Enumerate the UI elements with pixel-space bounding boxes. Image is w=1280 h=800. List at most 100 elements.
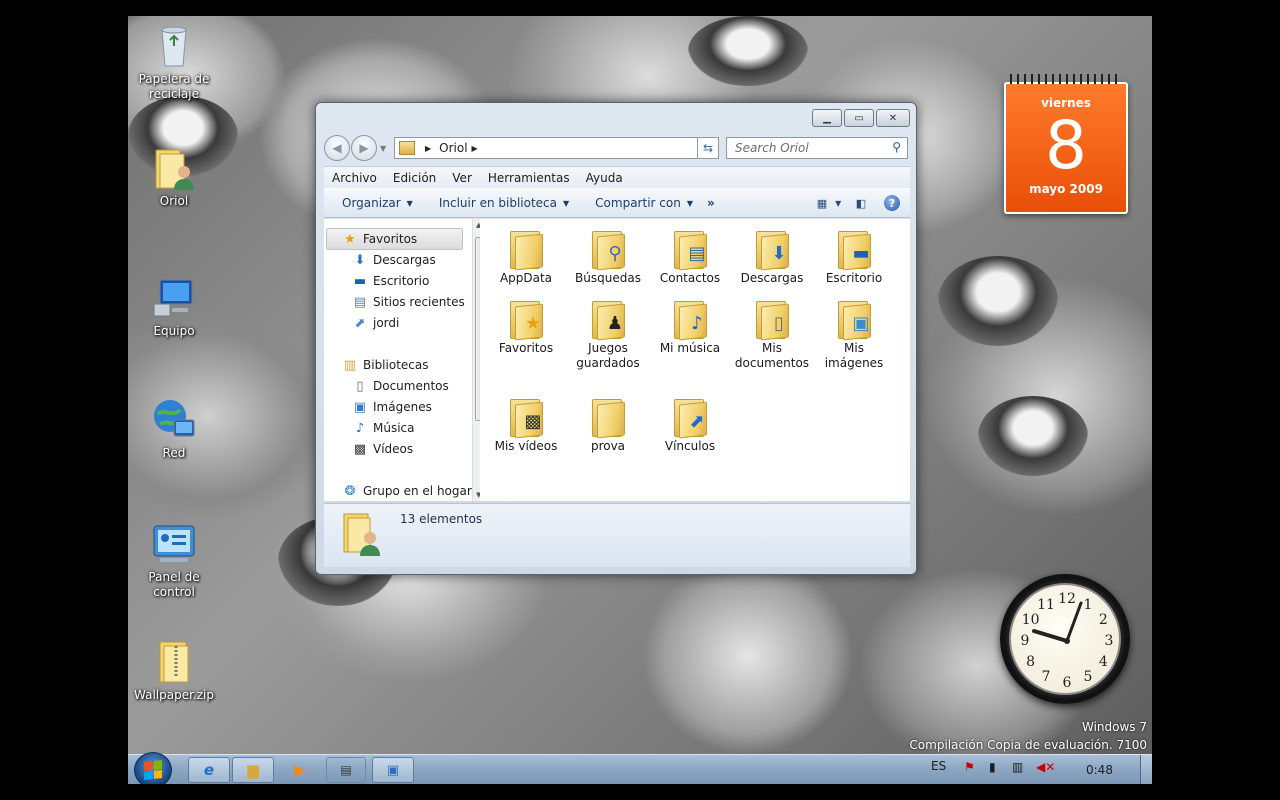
menu-ayuda[interactable]: Ayuda [578, 171, 631, 185]
search-icon[interactable]: ⚲ [892, 140, 901, 154]
folder-busquedas[interactable]: ⚲ Búsquedas [568, 227, 648, 286]
view-grid-icon: ▦ [816, 196, 828, 210]
folder-mis-imagenes[interactable]: ▣ Mis imágenes [814, 297, 894, 371]
nav-musica[interactable]: ♪ Música [352, 418, 415, 438]
folder-escritorio[interactable]: ▬ Escritorio [814, 227, 894, 286]
menu-edicion[interactable]: Edición [385, 171, 444, 185]
desktop[interactable]: Papelera de reciclaje Oriol Equipo Red P… [128, 16, 1152, 784]
folder-descargas[interactable]: ⬇ Descargas [732, 227, 812, 286]
network-status-icon[interactable]: ▥ [1012, 760, 1023, 774]
breadcrumb-oriol[interactable]: Oriol [439, 141, 467, 155]
organize-label: Organizar [342, 196, 401, 210]
file-list[interactable]: AppData ⚲ Búsquedas ▤ Contactos ⬇ Descar… [480, 219, 910, 501]
nav-label: jordi [373, 316, 400, 330]
media-player-icon: ▶ [294, 761, 306, 779]
nav-sitios-recientes[interactable]: ▤ Sitios recientes [352, 292, 465, 312]
change-view-button[interactable]: ▦ ▼ [816, 194, 842, 212]
search-input[interactable]: Search Oriol ⚲ [726, 137, 908, 159]
nav-imagenes[interactable]: ▣ Imágenes [352, 397, 432, 417]
star-icon: ★ [344, 231, 356, 247]
saved-games-folder-icon: ♟ [588, 297, 628, 341]
videos-folder-icon: ▩ [506, 395, 546, 439]
more-commands-button[interactable]: » [701, 196, 723, 210]
taskbar-internet-explorer[interactable]: e [188, 757, 230, 783]
desktop-icon-equipo[interactable]: Equipo [128, 274, 222, 339]
desktop-icon-panel-de-control[interactable]: Panel de control [128, 520, 222, 600]
back-button[interactable]: ◀ [324, 135, 350, 161]
battery-icon[interactable]: ▮ [989, 760, 996, 774]
include-in-library-button[interactable]: Incluir en biblioteca ▼ [421, 196, 577, 210]
desktop-icon-recycle-bin[interactable]: Papelera de reciclaje [128, 22, 222, 102]
nav-label: Grupo en el hogar [363, 484, 472, 498]
folder-favoritos[interactable]: ★ Favoritos [486, 297, 566, 356]
wallpaper-detail [688, 16, 808, 86]
maximize-button[interactable]: ▭ [844, 109, 874, 127]
share-with-button[interactable]: Compartir con ▼ [577, 196, 701, 210]
menu-herramientas[interactable]: Herramientas [480, 171, 578, 185]
nav-descargas[interactable]: ⬇ Descargas [352, 250, 436, 270]
preview-pane-icon: ◧ [855, 196, 867, 210]
nav-jordi[interactable]: ⬈ jordi [352, 313, 400, 333]
chevron-down-icon: ▼ [835, 198, 842, 208]
nav-videos[interactable]: ▩ Vídeos [352, 439, 413, 459]
folder-contactos[interactable]: ▤ Contactos [650, 227, 730, 286]
desktop-icon-label: Red [162, 446, 186, 460]
action-center-icon[interactable]: ⚑ [964, 760, 975, 774]
music-icon: ♪ [355, 420, 365, 436]
remote-desktop-icon: ▣ [386, 762, 400, 778]
menu-ver[interactable]: Ver [444, 171, 480, 185]
calendar-month-year: mayo 2009 [1029, 182, 1103, 196]
breadcrumb-arrow-icon[interactable]: ▶ [425, 144, 431, 153]
folder-prova[interactable]: prova [568, 395, 648, 454]
forward-button[interactable]: ▶ [351, 135, 377, 161]
start-button[interactable] [134, 752, 172, 784]
folder-juegos-guardados[interactable]: ♟ Juegos guardados [568, 297, 648, 371]
nav-label: Descargas [373, 253, 436, 267]
show-desktop-button[interactable] [1140, 755, 1152, 784]
folder-mi-musica[interactable]: ♪ Mi música [650, 297, 730, 356]
item-label: Mi música [659, 341, 721, 355]
folder-mis-documentos[interactable]: ▯ Mis documentos [732, 297, 812, 371]
refresh-button[interactable]: ⇆ [697, 137, 719, 159]
taskbar-calculator[interactable]: ▤ [326, 757, 366, 783]
explorer-window[interactable]: ▁ ▭ ✕ ◀ ▶ ▼ ▶ Oriol ▶ ▼ ⇆ Search Oriol ⚲… [315, 102, 917, 575]
close-button[interactable]: ✕ [876, 109, 910, 127]
folder-vinculos[interactable]: ⬈ Vínculos [650, 395, 730, 454]
desktop-icon-wallpaper-zip[interactable]: Wallpaper.zip [128, 638, 222, 703]
desktop-folder-icon: ▬ [834, 227, 874, 271]
taskbar-remote-desktop[interactable]: ▣ [372, 757, 414, 783]
organize-button[interactable]: Organizar ▼ [324, 196, 421, 210]
folder-mis-videos[interactable]: ▩ Mis vídeos [486, 395, 566, 454]
desktop-icon-red[interactable]: Red [128, 396, 222, 461]
desktop-icon-oriol[interactable]: Oriol [128, 144, 222, 209]
nav-escritorio[interactable]: ▬ Escritorio [352, 271, 430, 291]
clock-gadget[interactable]: 12 1 2 3 4 5 6 7 8 9 10 11 [1000, 574, 1130, 704]
menu-archivo[interactable]: Archivo [324, 171, 385, 185]
nav-homegroup[interactable]: ❂ Grupo en el hogar [342, 481, 472, 501]
item-label: Descargas [740, 271, 804, 285]
taskbar-windows-explorer[interactable]: ▆ [232, 757, 274, 783]
nav-documentos[interactable]: ▯ Documentos [352, 376, 448, 396]
help-button[interactable]: ? [884, 195, 900, 211]
address-bar[interactable]: ▶ Oriol ▶ ▼ [394, 137, 714, 159]
command-bar: Organizar ▼ Incluir en biblioteca ▼ Compar… [324, 188, 910, 218]
volume-muted-icon[interactable]: ◀✕ [1036, 760, 1055, 774]
nav-label: Bibliotecas [363, 358, 429, 372]
folder-appdata[interactable]: AppData [486, 227, 566, 286]
taskbar-media-player[interactable]: ▶ [280, 757, 320, 783]
network-icon [150, 396, 198, 444]
item-label: Contactos [659, 271, 721, 285]
nav-libraries[interactable]: ▥ Bibliotecas [342, 355, 429, 375]
breadcrumb-arrow-icon[interactable]: ▶ [472, 144, 478, 153]
contacts-folder-icon: ▤ [670, 227, 710, 271]
nav-favorites[interactable]: ★ Favoritos [342, 229, 417, 249]
minimize-button[interactable]: ▁ [812, 109, 842, 127]
language-indicator[interactable]: ES [931, 759, 946, 773]
documents-icon: ▯ [356, 378, 364, 394]
preview-pane-button[interactable]: ◧ [852, 194, 870, 212]
calendar-gadget[interactable]: viernes 8 mayo 2009 [1004, 74, 1128, 214]
taskbar-clock[interactable]: 0:48 [1086, 763, 1113, 777]
shortcut-icon: ⬈ [354, 315, 366, 331]
pictures-folder-icon: ▣ [834, 297, 874, 341]
recent-pages-dropdown-icon[interactable]: ▼ [380, 144, 386, 161]
